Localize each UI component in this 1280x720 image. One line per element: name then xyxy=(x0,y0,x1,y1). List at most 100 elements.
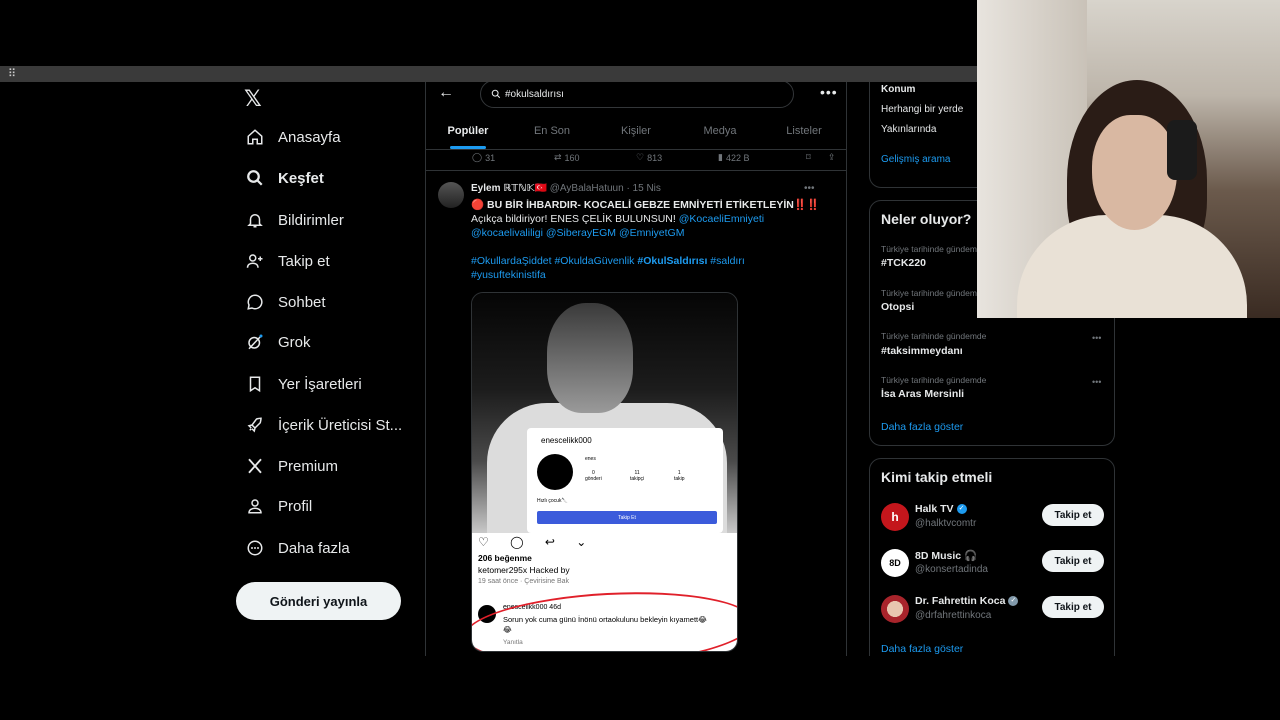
tab-media[interactable]: Medya xyxy=(678,118,762,149)
share-icon: ⇪ xyxy=(828,152,836,162)
mention-links[interactable]: @kocaelivaliligi @SiberayEGM @EmniyetGM xyxy=(471,226,821,240)
sidebar-item-label: Takip et xyxy=(278,252,330,270)
trend-item[interactable]: #taksimmeydanı xyxy=(881,345,963,357)
rocket-icon xyxy=(244,414,266,436)
follow-button[interactable]: Takip et xyxy=(1042,596,1104,618)
trend-more-icon[interactable]: ••• xyxy=(1092,377,1101,387)
sidebar-item-bookmarks[interactable]: Yer İşaretleri xyxy=(244,369,362,399)
trend-context: Türkiye tarihinde gündemde xyxy=(881,244,987,254)
trend-item[interactable]: İsa Aras Mersinli xyxy=(881,388,964,400)
tweet-author-name[interactable]: Eylem ℝ𝕋ℕ𝕂🇹🇷 xyxy=(471,183,547,194)
sidebar-nav: 𝕏 Anasayfa Keşfet Bildirimler Takip et S… xyxy=(236,82,416,656)
person-icon xyxy=(244,495,266,517)
reply-count: 31 xyxy=(485,152,496,163)
sidebar-item-label: Sohbet xyxy=(278,293,326,311)
chart-icon: ▮ xyxy=(718,152,723,162)
profile-stat: 11 takipçi xyxy=(630,470,644,482)
profile-bio: Hızlı çocuk🔪 xyxy=(537,498,568,504)
search-icon xyxy=(244,167,266,189)
trend-item[interactable]: #TCK220 xyxy=(881,257,926,269)
sidebar-item-more[interactable]: Daha fazla xyxy=(244,533,350,563)
sidebar-item-follow[interactable]: Takip et xyxy=(244,246,330,276)
location-option-near[interactable]: Yakınlarında xyxy=(881,124,936,135)
sidebar-item-creator-studio[interactable]: İçerik Üreticisi St... xyxy=(244,410,402,440)
back-arrow-icon[interactable]: ← xyxy=(438,84,454,102)
post-button[interactable]: Gönderi yayınla xyxy=(236,582,401,620)
repost-action[interactable]: ⇄ 160 xyxy=(554,152,636,163)
account-name[interactable]: Halk TV ✓ xyxy=(915,503,967,515)
hashtag-link[interactable]: #saldırı xyxy=(707,255,744,267)
sidebar-item-label: Grok xyxy=(278,333,311,351)
repost-count: 160 xyxy=(564,152,580,163)
sidebar-item-label: Keşfet xyxy=(278,169,324,187)
webcam-person-face xyxy=(1092,115,1177,230)
divider xyxy=(426,170,846,171)
main-column: ← #okulsaldırısı ••• Popüler En Son Kişi… xyxy=(425,82,847,656)
add-user-icon xyxy=(244,250,266,272)
trend-item[interactable]: Otopsi xyxy=(881,301,914,313)
trend-context: Türkiye tarihinde gündemde xyxy=(881,288,987,298)
tweet-media-image[interactable]: enescelikk000 enes 0 gönderi 11 takipçi 1t… xyxy=(471,292,738,652)
account-handle: @drfahrettinkoca xyxy=(915,610,992,621)
sidebar-item-premium[interactable]: Premium xyxy=(244,451,338,481)
grid-icon[interactable]: ⠿ xyxy=(8,66,16,82)
account-name[interactable]: Dr. Fahrettin Koca ✓ xyxy=(915,595,1019,607)
hashtag-link[interactable]: #OkullardaŞiddet #OkuldaGüvenlik xyxy=(471,255,637,267)
views-count: 422 B xyxy=(725,152,750,163)
show-more-link[interactable]: Daha fazla göster xyxy=(881,421,963,433)
trend-context: Türkiye tarihinde gündemde xyxy=(881,331,987,341)
avatar[interactable]: 8D xyxy=(881,549,909,577)
photo: enescelikk000 enes 0 gönderi 11 takipçi 1t… xyxy=(472,293,737,543)
search-icon xyxy=(491,89,501,99)
sidebar-item-label: Yer İşaretleri xyxy=(278,375,362,393)
show-more-link[interactable]: Daha fazla göster xyxy=(881,643,963,655)
avatar[interactable]: h xyxy=(881,503,909,531)
search-query: #okulsaldırısı xyxy=(505,88,564,100)
post-meta: 19 saat önce · Çevirisine Bak xyxy=(478,578,570,585)
sidebar-item-label: Profil xyxy=(278,497,313,515)
headphones-icon xyxy=(1167,120,1197,180)
sidebar-item-chat[interactable]: Sohbet xyxy=(244,287,326,317)
location-option-anywhere[interactable]: Herhangi bir yerde xyxy=(881,104,963,115)
sidebar-item-grok[interactable]: Grok xyxy=(244,327,311,357)
x-logo-icon[interactable]: 𝕏 xyxy=(244,86,262,112)
repost-icon: ⇄ xyxy=(554,152,562,162)
avatar[interactable] xyxy=(881,595,909,623)
mention-link[interactable]: @KocaeliEmniyeti xyxy=(679,213,764,225)
more-options-icon[interactable]: ••• xyxy=(804,183,815,194)
search-input[interactable]: #okulsaldırısı xyxy=(480,82,794,108)
more-options-icon[interactable]: ••• xyxy=(820,84,838,100)
sidebar-item-explore[interactable]: Keşfet xyxy=(244,163,324,193)
trend-context: Türkiye tarihinde gündemde xyxy=(881,375,987,385)
tweet-text-fragment: Açıkça bildiriyor! ENES ÇELİK BULUNSUN! xyxy=(471,213,679,225)
reply-action[interactable]: ◯ 31 xyxy=(472,152,554,163)
tweet-handle-date: @AyBalaHatuun · 15 Nis xyxy=(549,183,661,194)
hashtag-link[interactable]: #OkulSaldırısı xyxy=(637,255,707,267)
hashtag-link[interactable]: #yusuftekinistifa xyxy=(471,268,821,282)
sidebar-item-notifications[interactable]: Bildirimler xyxy=(244,205,344,235)
bookmark-icon: ⌑ xyxy=(806,152,811,162)
bookmark-action[interactable]: ⌑ xyxy=(806,152,828,163)
avatar[interactable] xyxy=(438,182,464,208)
account-name[interactable]: 8D Music 🎧 xyxy=(915,549,977,562)
tab-popular[interactable]: Popüler xyxy=(426,118,510,149)
instagram-follow-button: Takip Et xyxy=(537,511,717,524)
share-action[interactable]: ⇪ xyxy=(828,152,836,163)
verified-badge-icon: ✓ xyxy=(1008,596,1019,606)
like-action[interactable]: ♡ 813 xyxy=(636,152,718,163)
follow-button[interactable]: Takip et xyxy=(1042,550,1104,572)
trends-title: Neler oluyor? xyxy=(881,211,972,227)
tweet-text: 🔴 BU BİR İHBARDIR- KOCAELİ GEBZE EMNİYET… xyxy=(471,198,821,282)
tab-people[interactable]: Kişiler xyxy=(594,118,678,149)
sidebar-item-profile[interactable]: Profil xyxy=(244,491,312,521)
tab-lists[interactable]: Listeler xyxy=(762,118,846,149)
views-action[interactable]: ▮ 422 B xyxy=(718,152,806,163)
sidebar-item-label: Premium xyxy=(278,457,339,475)
trend-more-icon[interactable]: ••• xyxy=(1092,333,1101,343)
follow-button[interactable]: Takip et xyxy=(1042,504,1104,526)
tab-latest[interactable]: En Son xyxy=(510,118,594,149)
sidebar-item-home[interactable]: Anasayfa xyxy=(244,122,341,152)
account-name-text: Dr. Fahrettin Koca xyxy=(915,595,1006,607)
sidebar-item-label: Bildirimler xyxy=(278,211,344,229)
advanced-search-link[interactable]: Gelişmiş arama xyxy=(881,154,950,165)
